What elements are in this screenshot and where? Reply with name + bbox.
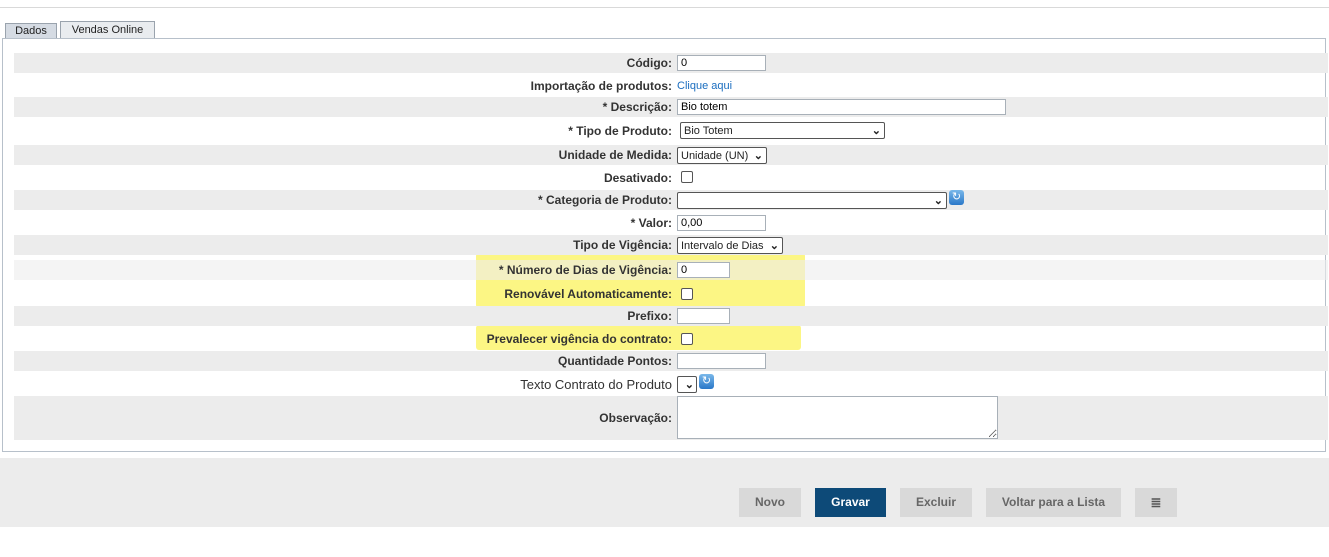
top-divider — [0, 7, 1329, 8]
valor-label: * Valor: — [630, 216, 672, 230]
desativado-checkbox[interactable] — [681, 171, 693, 183]
codigo-input[interactable] — [677, 55, 766, 71]
chevron-down-icon: ⌄ — [871, 125, 881, 137]
tipo-vigencia-value: Intervalo de Dias — [681, 239, 764, 252]
unidade-medida-label: Unidade de Medida: — [558, 148, 672, 162]
excluir-button[interactable]: Excluir — [900, 488, 972, 517]
unidade-medida-value: Unidade (UN) — [681, 149, 749, 162]
refresh-texto-contrato-icon[interactable]: ↻ — [699, 374, 714, 389]
row-categoria-produto: * Categoria de Produto: ⌄ ↻ — [14, 190, 1328, 210]
row-prevalecer: Prevalecer vigência do contrato: — [14, 328, 1328, 349]
prevalecer-label: Prevalecer vigência do contrato: — [486, 332, 672, 346]
row-valor: * Valor: — [14, 212, 1328, 233]
prefixo-input[interactable] — [677, 308, 730, 324]
unidade-medida-select[interactable]: Unidade (UN) ⌄ — [677, 147, 767, 164]
prevalecer-checkbox[interactable] — [681, 333, 693, 345]
tipo-produto-select[interactable]: Bio Totem ⌄ — [680, 122, 885, 139]
numero-dias-input[interactable] — [677, 262, 730, 278]
valor-input[interactable] — [677, 215, 766, 231]
renovavel-label: Renovável Automaticamente: — [504, 287, 672, 301]
chevron-down-icon: ⌄ — [753, 150, 763, 162]
row-descricao: * Descrição: — [14, 97, 1328, 117]
numero-dias-label: * Número de Dias de Vigência: — [498, 263, 672, 277]
tab-dados[interactable]: Dados — [5, 23, 57, 39]
descricao-label: * Descrição: — [602, 100, 672, 114]
codigo-label: Código: — [626, 56, 672, 70]
texto-contrato-label: Texto Contrato do Produto — [520, 377, 672, 392]
quantidade-pontos-label: Quantidade Pontos: — [558, 354, 672, 368]
desativado-label: Desativado: — [603, 171, 672, 185]
observacao-textarea[interactable] — [677, 396, 998, 439]
list-icon: ≣ — [1150, 495, 1162, 510]
chevron-down-icon: ⌄ — [769, 240, 779, 252]
gravar-button[interactable]: Gravar — [815, 488, 886, 517]
clique-aqui-link[interactable]: Clique aqui — [677, 80, 732, 92]
quantidade-pontos-input[interactable] — [677, 353, 766, 369]
categoria-produto-label: * Categoria de Produto: — [537, 193, 672, 207]
importacao-label: Importação de produtos: — [530, 79, 672, 93]
tipo-produto-label: * Tipo de Produto: — [568, 124, 672, 138]
voltar-lista-button[interactable]: Voltar para a Lista — [986, 488, 1121, 517]
row-quantidade-pontos: Quantidade Pontos: — [14, 351, 1328, 371]
categoria-produto-select[interactable]: ⌄ — [677, 192, 947, 209]
row-texto-contrato: Texto Contrato do Produto ⌄ ↻ — [14, 373, 1328, 395]
row-unidade-medida: Unidade de Medida: Unidade (UN) ⌄ — [14, 145, 1328, 165]
prefixo-label: Prefixo: — [627, 309, 672, 323]
list-menu-button[interactable]: ≣ — [1135, 488, 1177, 517]
observacao-label: Observação: — [599, 411, 672, 425]
row-renovavel: Renovável Automaticamente: — [14, 283, 1328, 305]
row-tipo-produto: * Tipo de Produto: Bio Totem ⌄ — [14, 120, 1328, 142]
tab-vendas-online[interactable]: Vendas Online — [60, 21, 155, 38]
row-numero-dias: * Número de Dias de Vigência: — [14, 260, 1328, 280]
tipo-vigencia-select[interactable]: Intervalo de Dias ⌄ — [677, 237, 783, 254]
footer-bar — [0, 458, 1329, 527]
row-codigo: Código: — [14, 53, 1328, 73]
chevron-down-icon: ⌄ — [933, 195, 943, 207]
row-tipo-vigencia: Tipo de Vigência: Intervalo de Dias ⌄ — [14, 235, 1328, 255]
row-importacao: Importação de produtos: Clique aqui — [14, 75, 1328, 95]
renovavel-checkbox[interactable] — [681, 288, 693, 300]
tipo-vigencia-label: Tipo de Vigência: — [573, 238, 672, 252]
row-desativado: Desativado: — [14, 167, 1328, 188]
texto-contrato-select[interactable]: ⌄ — [677, 376, 697, 393]
row-prefixo: Prefixo: — [14, 306, 1328, 326]
descricao-input[interactable] — [677, 99, 1006, 115]
row-observacao: Observação: — [14, 396, 1328, 440]
tipo-produto-value: Bio Totem — [684, 124, 733, 137]
novo-button[interactable]: Novo — [739, 488, 801, 517]
chevron-down-icon: ⌄ — [684, 379, 694, 391]
refresh-categoria-icon[interactable]: ↻ — [949, 190, 964, 205]
